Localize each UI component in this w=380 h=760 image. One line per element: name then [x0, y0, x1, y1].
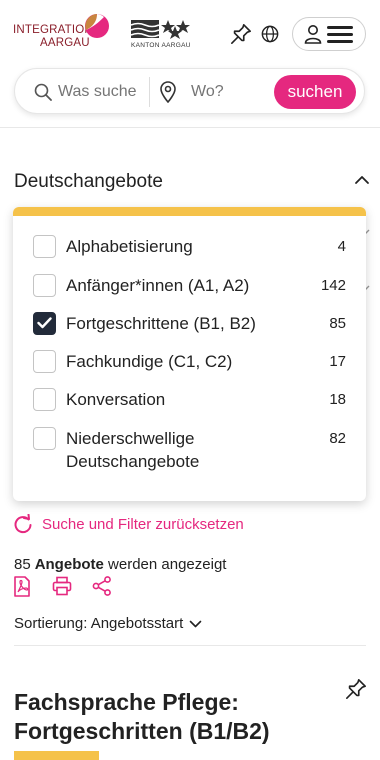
- search-divider: [149, 77, 150, 107]
- filter-option-label: Fachkundige (C1, C2): [66, 352, 233, 371]
- pdf-icon[interactable]: [13, 576, 31, 597]
- sort-label: Sortierung: Angebotsstart: [14, 615, 184, 632]
- reset-icon: [14, 514, 32, 534]
- filter-dropdown: Alphabetisierung 4 Anfänger*innen (A1, A…: [13, 207, 366, 501]
- checkbox-checked[interactable]: [33, 312, 56, 335]
- reset-filters-label: Suche und Filter zurücksetzen: [42, 515, 244, 533]
- offer-card-title[interactable]: Fachsprache Pflege: Fortgeschritten (B1/…: [14, 688, 314, 746]
- search-submit-button[interactable]: suchen: [274, 75, 356, 109]
- pin-icon: [231, 24, 251, 44]
- globe-icon: [261, 25, 279, 43]
- search-icon: [34, 83, 52, 101]
- checkmark-icon: [37, 317, 52, 329]
- sort-dropdown[interactable]: Sortierung: Angebotsstart: [14, 615, 202, 632]
- filter-option-count: 4: [337, 238, 346, 255]
- chevron-up-icon[interactable]: [354, 175, 370, 185]
- integration-aargau-logo[interactable]: INTEGRATION AARGAU: [13, 13, 111, 53]
- results-summary: 85 Angebote werden angezeigt: [14, 556, 226, 573]
- header: INTEGRATION AARGAU KANTON AARGAU: [0, 0, 380, 64]
- checkbox[interactable]: [33, 274, 56, 297]
- pinboard-button[interactable]: [230, 22, 252, 46]
- filter-option-count: 17: [329, 353, 346, 370]
- integration-logo-mark-icon: [85, 14, 109, 38]
- divider: [0, 127, 380, 128]
- location-pin-icon: [160, 81, 176, 103]
- user-icon: [304, 25, 322, 44]
- result-actions: [13, 576, 123, 600]
- hamburger-icon: [327, 26, 353, 43]
- results-noun: Angebote: [34, 556, 104, 573]
- logo-text-line2: AARGAU: [40, 37, 90, 49]
- search-what-input[interactable]: [58, 81, 138, 103]
- filter-option-count: 142: [320, 277, 346, 294]
- kanton-aargau-logo[interactable]: KANTON AARGAU: [130, 18, 193, 52]
- offer-title-line1: Fachsprache Pflege:: [14, 689, 239, 715]
- filter-option-label: Alphabetisierung: [66, 237, 193, 256]
- filter-option-count: 82: [329, 430, 346, 447]
- results-suffix: werden angezeigt: [108, 556, 227, 573]
- kanton-aargau-caption: KANTON AARGAU: [131, 42, 191, 49]
- language-button[interactable]: [260, 24, 280, 44]
- print-icon[interactable]: [52, 576, 72, 596]
- filter-option-label-line2: Deutschangebote: [66, 452, 200, 471]
- checkbox[interactable]: [33, 427, 56, 450]
- checkbox[interactable]: [33, 235, 56, 258]
- filter-option-count: 18: [329, 391, 346, 408]
- filter-option-label: Konversation: [66, 390, 166, 409]
- chevron-down-icon: [189, 620, 202, 627]
- offer-title-line2: Fortgeschritten (B1/B2): [14, 718, 270, 744]
- dropdown-accent-bar: [13, 207, 366, 216]
- checkbox[interactable]: [33, 388, 56, 411]
- kanton-aargau-emblem-icon: [130, 20, 190, 39]
- user-menu-button[interactable]: [292, 17, 366, 51]
- results-count: 85: [14, 556, 31, 573]
- divider: [14, 645, 366, 646]
- offer-card-accent-bar: [14, 751, 99, 760]
- filter-option-label: Anfänger*innen (A1, A2): [66, 276, 250, 295]
- filter-option-label: Niederschwellige: [66, 429, 195, 448]
- filter-option-count: 85: [329, 315, 346, 332]
- filter-option-label: Fortgeschrittene (B1, B2): [66, 314, 256, 333]
- logo-text-line1: INTEGRATION: [13, 24, 93, 36]
- filter-section-title[interactable]: Deutschangebote: [14, 171, 163, 193]
- reset-filters-link[interactable]: Suche und Filter zurücksetzen: [13, 514, 244, 534]
- search-where-input[interactable]: [191, 81, 271, 103]
- search-bar: suchen: [14, 68, 365, 114]
- checkbox[interactable]: [33, 350, 56, 373]
- pin-icon[interactable]: [345, 678, 367, 700]
- share-icon[interactable]: [92, 576, 112, 596]
